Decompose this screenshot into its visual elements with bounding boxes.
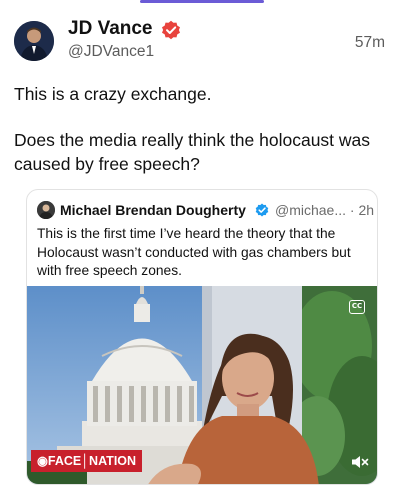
- quoted-post-header: Michael Brendan Dougherty @michae... · 2…: [37, 200, 374, 220]
- captions-icon[interactable]: CC: [349, 300, 365, 314]
- post-text-line: Does the media really think the holocaus…: [14, 130, 371, 174]
- speaker-muted-icon[interactable]: [351, 454, 369, 470]
- post-text-line: This is a crazy exchange.: [14, 84, 212, 104]
- quoted-post-text: This is the first time I’ve heard the th…: [37, 226, 351, 278]
- quoted-post-card[interactable]: Michael Brendan Dougherty @michae... · 2…: [26, 189, 378, 485]
- verified-badge-icon: [162, 20, 180, 40]
- post-body: This is a crazy exchange. Does the media…: [14, 82, 394, 198]
- network-logo: ◉FACE│NATION: [31, 450, 143, 472]
- quoted-author-name[interactable]: Michael Brendan Dougherty: [60, 202, 246, 218]
- author-name[interactable]: JD Vance: [68, 18, 153, 40]
- quoted-avatar[interactable]: [37, 201, 55, 219]
- post-timestamp: 57m: [354, 34, 385, 51]
- video-player[interactable]: CC ◉FACE│NATION: [27, 286, 377, 484]
- author-handle[interactable]: @JDVance1: [68, 43, 154, 61]
- avatar[interactable]: [14, 21, 54, 61]
- tab-indicator: [140, 0, 264, 3]
- quoted-handle-time: @michae... · 2h: [275, 202, 375, 218]
- post-header: JD Vance @JDVance1 57m: [14, 16, 389, 64]
- verified-badge-icon: [255, 203, 269, 217]
